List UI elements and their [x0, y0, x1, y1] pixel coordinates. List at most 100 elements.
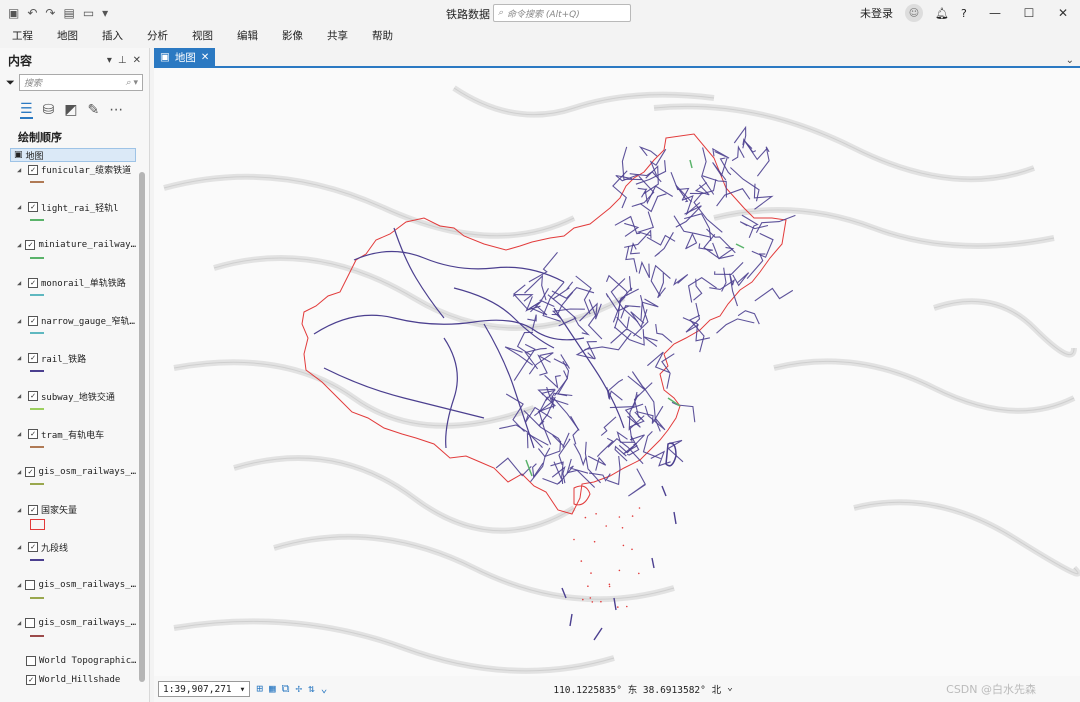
layer-row[interactable]: ◢ ✓ 九段线	[0, 540, 136, 555]
layer-symbol[interactable]	[30, 294, 44, 297]
expand-arrow-icon[interactable]: ◢	[17, 619, 22, 627]
layer-name[interactable]: narrow_gauge_窄轨…	[41, 314, 135, 327]
expand-arrow-icon[interactable]: ◢	[17, 166, 25, 174]
layer-visibility-checkbox[interactable]	[25, 618, 36, 629]
layer-item[interactable]: ◢ ✓ rail_铁路	[0, 351, 136, 389]
help-icon[interactable]: ?	[961, 7, 967, 20]
scrollbar-thumb[interactable]	[139, 172, 145, 682]
contents-search-input[interactable]: 搜索 ⌕ ▾	[18, 74, 143, 91]
undo-icon[interactable]: ↶	[27, 6, 37, 20]
layer-row[interactable]: ◢ ✓ narrow_gauge_窄轨…	[0, 313, 136, 328]
expand-arrow-icon[interactable]: ◢	[17, 392, 25, 400]
list-by-editing-icon[interactable]: ✎	[88, 102, 100, 118]
menu-help[interactable]: 帮助	[360, 28, 405, 43]
basemap-item[interactable]: World Topographic…	[0, 653, 136, 672]
open-project-icon[interactable]: ▭	[83, 6, 94, 20]
expand-arrow-icon[interactable]: ◢	[17, 543, 25, 551]
avatar[interactable]: ☺	[905, 4, 923, 22]
new-project-icon[interactable]: ▤	[63, 6, 74, 20]
basemap-row[interactable]: World Topographic…	[0, 653, 136, 668]
layer-symbol[interactable]	[30, 596, 44, 599]
layer-item[interactable]: ◢ gis_osm_railways_…	[0, 616, 136, 654]
expand-arrow-icon[interactable]: ◢	[17, 203, 25, 211]
list-by-drawing-order-icon[interactable]: ☰	[20, 101, 33, 119]
layer-symbol[interactable]	[30, 558, 44, 561]
menu-insert[interactable]: 插入	[90, 28, 135, 43]
layer-name[interactable]: gis_osm_railways_…	[38, 618, 136, 628]
layer-symbol[interactable]	[30, 445, 44, 448]
basemap-name[interactable]: World_Hillshade	[39, 675, 120, 685]
chevron-down-icon[interactable]: ⌄	[727, 682, 733, 696]
map-drawing[interactable]	[154, 68, 1080, 676]
layer-symbol[interactable]	[30, 519, 45, 531]
expand-arrow-icon[interactable]: ◢	[17, 506, 25, 514]
expand-arrow-icon[interactable]: ◢	[17, 430, 25, 438]
layer-row[interactable]: ◢ ✓ rail_铁路	[0, 351, 136, 366]
menu-share[interactable]: 共享	[315, 28, 360, 43]
layer-visibility-checkbox[interactable]: ✓	[25, 240, 36, 251]
layer-name[interactable]: subway_地铁交通	[41, 390, 115, 403]
qat-customize-icon[interactable]: ▾	[102, 6, 108, 20]
list-by-selection-icon[interactable]: ◩	[64, 102, 77, 118]
layer-row[interactable]: ◢ ✓ 国家矢量	[0, 502, 136, 517]
layer-item[interactable]: ◢ ✓ gis_osm_railways_…	[0, 464, 136, 502]
layer-visibility-checkbox[interactable]: ✓	[28, 353, 38, 364]
expand-arrow-icon[interactable]: ◢	[17, 279, 25, 287]
map-node[interactable]: ▣ 地图	[10, 148, 136, 162]
layer-row[interactable]: ◢ ✓ tram_有轨电车	[0, 427, 136, 442]
snapping-icon[interactable]: ⧉	[282, 682, 290, 696]
expand-arrow-icon[interactable]: ◢	[17, 581, 22, 589]
redo-icon[interactable]: ↷	[45, 6, 55, 20]
layer-item[interactable]: ◢ ✓ monorail_单轨铁路	[0, 275, 136, 313]
layer-item[interactable]: ◢ gis_osm_railways_…	[0, 578, 136, 616]
layer-name[interactable]: miniature_railway…	[38, 240, 136, 250]
command-search[interactable]: ⌕ 命令搜索 (Alt+Q)	[493, 4, 631, 22]
layer-item[interactable]: ◢ ✓ 国家矢量	[0, 502, 136, 540]
layer-visibility-checkbox[interactable]: ✓	[28, 277, 38, 288]
expand-arrow-icon[interactable]: ◢	[17, 317, 25, 325]
close-icon[interactable]: ✕	[1046, 0, 1080, 26]
basemap-item[interactable]: ✓ World_Hillshade	[0, 672, 136, 691]
basemap-row[interactable]: ✓ World_Hillshade	[0, 672, 136, 687]
chevron-down-icon[interactable]: ⌄	[321, 682, 328, 696]
menu-edit[interactable]: 编辑	[225, 28, 270, 43]
layer-item[interactable]: ◢ ✓ subway_地铁交通	[0, 389, 136, 427]
basemap-visibility-checkbox[interactable]	[26, 655, 36, 666]
layer-row[interactable]: ◢ ✓ gis_osm_railways_…	[0, 464, 136, 479]
layer-item[interactable]: ◢ ✓ light_rai_轻轨l	[0, 200, 136, 238]
layer-symbol[interactable]	[30, 634, 44, 637]
layer-symbol[interactable]	[30, 332, 44, 335]
layer-visibility-checkbox[interactable]: ✓	[28, 315, 38, 326]
scale-selector[interactable]: 1:39,907,271 ▾	[158, 681, 251, 697]
layer-name[interactable]: tram_有轨电车	[41, 428, 104, 441]
layer-name[interactable]: monorail_单轨铁路	[41, 276, 126, 289]
menu-analysis[interactable]: 分析	[135, 28, 180, 43]
layer-symbol[interactable]	[30, 369, 44, 372]
refresh-icon[interactable]: ⇅	[308, 682, 315, 696]
expand-arrow-icon[interactable]: ◢	[17, 468, 22, 476]
layer-item[interactable]: ◢ ✓ tram_有轨电车	[0, 427, 136, 465]
contents-scrollbar[interactable]	[138, 148, 146, 696]
chevron-down-icon[interactable]: ⌄	[1066, 55, 1074, 66]
menu-map[interactable]: 地图	[45, 28, 90, 43]
layer-item[interactable]: ◢ ✓ narrow_gauge_窄轨…	[0, 313, 136, 351]
extent-indicator-icon[interactable]: ⊞	[256, 682, 263, 696]
layer-name[interactable]: funicular_缆索铁道	[41, 163, 131, 176]
layer-name[interactable]: rail_铁路	[41, 352, 86, 365]
basemap-name[interactable]: World Topographic…	[39, 656, 136, 666]
layer-row[interactable]: ◢ ✓ subway_地铁交通	[0, 389, 136, 404]
layer-visibility-checkbox[interactable]: ✓	[28, 542, 38, 553]
layer-visibility-checkbox[interactable]: ✓	[28, 202, 38, 213]
menu-view[interactable]: 视图	[180, 28, 225, 43]
menu-imagery[interactable]: 影像	[270, 28, 315, 43]
layer-symbol[interactable]	[30, 181, 44, 183]
filter-icon[interactable]: ⏷	[6, 76, 15, 90]
layer-item[interactable]: ◢ ✓ 九段线	[0, 540, 136, 578]
layer-visibility-checkbox[interactable]: ✓	[28, 391, 38, 402]
layer-item[interactable]: ◢ ✓ miniature_railway…	[0, 238, 136, 276]
layer-name[interactable]: gis_osm_railways_…	[38, 580, 136, 590]
tab-close-icon[interactable]: ✕	[201, 52, 209, 63]
menu-project[interactable]: 工程	[0, 28, 45, 43]
layer-visibility-checkbox[interactable]: ✓	[28, 504, 38, 515]
more-icon[interactable]: ⋯	[109, 102, 123, 118]
